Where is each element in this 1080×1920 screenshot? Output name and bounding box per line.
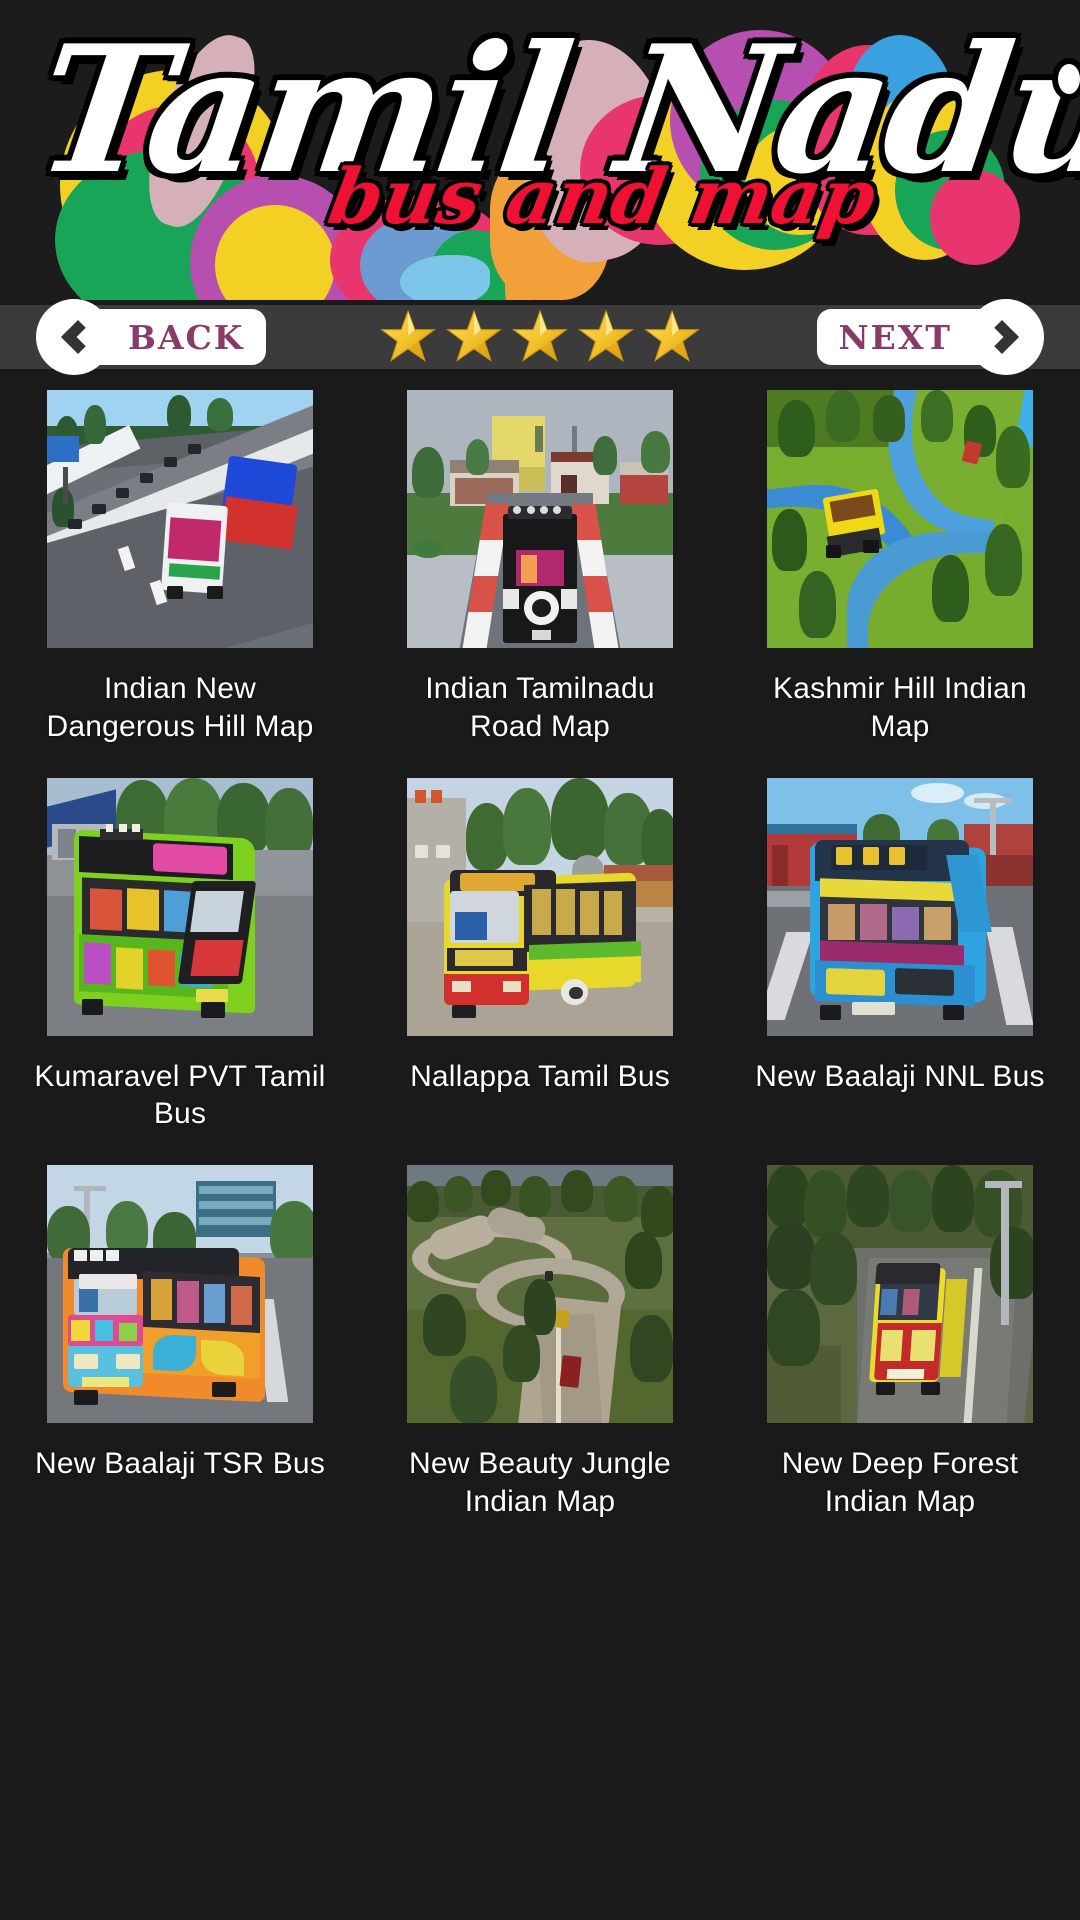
logo: Tamil Nadu bus and map [0,0,1080,300]
thumbnail-green-painted-bus[interactable] [47,777,313,1036]
content-grid: Indian New Dangerous Hill Map Indian Tam… [0,372,1080,1535]
grid-item[interactable]: New Beauty Jungle Indian Map [360,1147,720,1535]
grid-item-label: Kashmir Hill Indian Map [773,672,1027,743]
star-icon [512,309,568,362]
grid-item[interactable]: Indian Tamilnadu Road Map [360,372,720,760]
grid-item[interactable]: New Baalaji NNL Bus [720,760,1080,1148]
navigation-bar: BACK NEXT [0,299,1080,375]
grid-item[interactable]: Kashmir Hill Indian Map [720,372,1080,760]
thumbnail-green-hill-yellow-truck[interactable] [767,390,1033,648]
grid-item-label: New Deep Forest Indian Map [781,1447,1019,1518]
grid-item-label: New Baalaji NNL Bus [755,1059,1045,1093]
star-icon [380,309,436,362]
grid-item-label: Nallappa Tamil Bus [410,1059,670,1093]
grid-item[interactable]: New Baalaji TSR Bus [0,1147,360,1535]
thumbnail-forest-road-yellow-bus[interactable] [767,1165,1033,1424]
thumbnail-blue-nnl-bus[interactable] [767,777,1033,1036]
star-icon [578,309,634,362]
grid-item-label: New Baalaji TSR Bus [34,1447,326,1481]
chevron-right-icon[interactable] [968,299,1044,375]
grid-item[interactable]: New Deep Forest Indian Map [720,1147,1080,1535]
logo-subtitle: bus and map [322,152,883,241]
thumbnail-winding-forest-road[interactable] [407,1165,673,1424]
grid-item-label: Kumaravel PVT Tamil Bus [34,1059,326,1131]
chevron-left-icon[interactable] [36,299,112,375]
grid-item-label: Indian New Dangerous Hill Map [46,672,314,743]
grid-item-label: New Beauty Jungle Indian Map [409,1447,671,1518]
grid-item[interactable]: Indian New Dangerous Hill Map [0,372,360,760]
app-banner: Tamil Nadu bus and map [0,0,1080,300]
logo-edge-flourish [1052,58,1080,100]
thumbnail-village-road-rear-bus[interactable] [407,390,673,648]
grid-item-label: Indian Tamilnadu Road Map [425,672,655,743]
grid-item[interactable]: Nallappa Tamil Bus [360,760,720,1148]
thumbnail-orange-tsr-bus[interactable] [47,1165,313,1424]
grid-item[interactable]: Kumaravel PVT Tamil Bus [0,760,360,1148]
star-icon [446,309,502,362]
back-button-label[interactable]: BACK [86,309,267,365]
thumbnail-hill-road-bus-truck[interactable] [47,390,313,648]
star-icon [644,309,700,362]
thumbnail-yellow-red-bus[interactable] [407,777,673,1036]
